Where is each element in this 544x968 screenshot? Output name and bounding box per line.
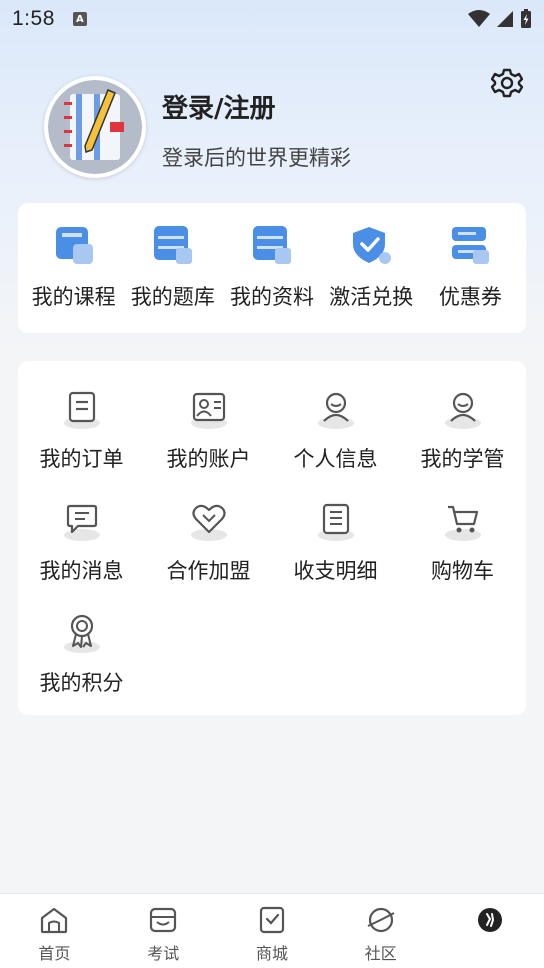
quick-link-label: 优惠券 — [438, 285, 502, 309]
bottom-navigation: 首页 考试 商城 社区 — [0, 893, 544, 968]
quick-link-question-bank[interactable]: 我的题库 — [123, 203, 222, 333]
coupon-icon — [448, 223, 492, 267]
service-my-account[interactable]: 我的账户 — [145, 379, 272, 483]
question-bank-icon — [151, 223, 195, 267]
service-my-tutor[interactable]: 我的学管 — [399, 379, 526, 483]
login-register-link[interactable]: 登录/注册 — [162, 88, 276, 125]
service-label: 我的学管 — [420, 447, 505, 471]
nav-label: 考试 — [147, 944, 180, 963]
login-subtitle: 登录后的世界更精彩 — [162, 146, 351, 170]
gear-icon — [491, 68, 523, 98]
nav-profile[interactable] — [435, 894, 544, 968]
settings-button[interactable] — [490, 66, 524, 100]
service-my-points[interactable]: 我的积分 — [18, 603, 145, 707]
person-icon — [314, 385, 358, 429]
battery-icon — [521, 9, 531, 28]
service-label: 合作加盟 — [166, 559, 251, 583]
status-time: 1:58 — [12, 7, 55, 30]
medal-icon — [60, 609, 104, 653]
status-bar: 1:58 A — [0, 0, 544, 38]
service-label: 我的积分 — [39, 671, 124, 695]
service-label: 购物车 — [431, 559, 494, 583]
message-icon — [60, 497, 104, 541]
service-label: 我的账户 — [166, 447, 251, 471]
quick-link-label: 激活兑换 — [329, 285, 414, 309]
course-icon — [52, 223, 96, 267]
shop-icon — [259, 906, 285, 934]
quick-link-materials[interactable]: 我的资料 — [222, 203, 321, 333]
quick-link-coupons[interactable]: 优惠券 — [421, 203, 520, 333]
service-my-orders[interactable]: 我的订单 — [18, 379, 145, 483]
shield-check-icon — [349, 223, 393, 267]
handshake-heart-icon — [187, 497, 231, 541]
signal-icon — [497, 11, 513, 27]
service-label: 个人信息 — [293, 447, 378, 471]
wifi-icon — [468, 10, 490, 27]
profile-avatar-icon — [477, 908, 502, 932]
home-icon — [41, 907, 68, 934]
service-transaction-details[interactable]: 收支明细 — [272, 491, 399, 595]
quick-link-activate-redeem[interactable]: 激活兑换 — [322, 203, 421, 333]
avatar[interactable] — [44, 76, 146, 178]
service-label: 我的消息 — [39, 559, 124, 583]
planet-icon — [367, 907, 395, 933]
exam-icon — [150, 907, 177, 933]
service-my-messages[interactable]: 我的消息 — [18, 491, 145, 595]
tutor-icon — [441, 385, 485, 429]
notification-a-icon: A — [72, 12, 87, 26]
list-detail-icon — [314, 497, 358, 541]
service-label: 我的订单 — [39, 447, 124, 471]
service-label: 收支明细 — [293, 559, 378, 583]
nav-shop[interactable]: 商城 — [218, 894, 327, 968]
services-card: 我的订单 我的账户 个人信息 我的学管 我的消息 合作加盟 收支明细 购物车 我… — [18, 361, 526, 715]
service-partnership[interactable]: 合作加盟 — [145, 491, 272, 595]
quick-link-my-courses[interactable]: 我的课程 — [24, 203, 123, 333]
services-grid: 我的订单 我的账户 个人信息 我的学管 我的消息 合作加盟 收支明细 购物车 我… — [18, 379, 526, 707]
quick-link-label: 我的资料 — [230, 285, 314, 309]
nav-exam[interactable]: 考试 — [109, 894, 218, 968]
quick-links-card: 我的课程 我的题库 我的资料 激活兑换 优惠券 — [18, 203, 526, 333]
nav-label: 社区 — [364, 944, 397, 963]
service-shopping-cart[interactable]: 购物车 — [399, 491, 526, 595]
status-icons — [468, 9, 532, 29]
quick-link-label: 我的课程 — [31, 285, 116, 309]
cart-icon — [441, 497, 485, 541]
order-icon — [60, 385, 104, 429]
nav-label: 商城 — [255, 944, 288, 963]
quick-link-label: 我的题库 — [130, 285, 215, 309]
nav-community[interactable]: 社区 — [326, 894, 435, 968]
nav-home[interactable]: 首页 — [0, 894, 109, 968]
service-personal-info[interactable]: 个人信息 — [272, 379, 399, 483]
nav-label: 首页 — [38, 944, 71, 963]
notebook-pencil-icon — [48, 80, 142, 174]
materials-icon — [250, 223, 294, 267]
account-card-icon — [187, 385, 231, 429]
